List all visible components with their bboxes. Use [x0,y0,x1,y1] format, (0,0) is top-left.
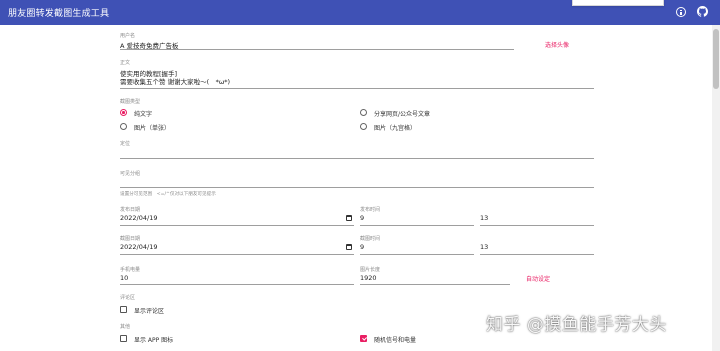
show-comments-label: 显示评论区 [134,308,165,315]
scrollbar[interactable] [712,25,720,351]
content-label: 正文 [120,60,131,66]
auto-set-button[interactable]: 自动设定 [526,274,550,283]
other-label: 其他 [120,324,131,330]
user-name-underline [120,49,514,50]
info-icon[interactable] [676,7,686,17]
comments-label: 评论区 [120,295,136,301]
shot-date-input[interactable]: 2022/04/19 [120,243,157,251]
shot-date-underline [120,254,354,255]
post-date-label: 发布日期 [120,207,141,213]
shot-time-hour-underline [360,254,474,255]
show-app-icon-checkbox[interactable] [120,335,127,342]
radio-plain-text[interactable] [120,109,127,116]
battery-label: 手机电量 [120,267,141,273]
location-underline [120,158,594,159]
location-label: 定位 [120,141,131,147]
app-title: 朋友圈转发截图生成工具 [8,9,110,19]
radio-share-article-label: 分享网页/公众号文章 [374,111,431,118]
post-date-underline [120,225,354,226]
shot-date-label: 截图日期 [120,236,141,242]
screen-height-label: 图片长度 [360,267,381,273]
show-app-icon-label: 显示 APP 图标 [134,337,174,344]
radio-plain-text-label: 纯文字 [134,111,153,118]
radio-share-article[interactable] [360,109,367,116]
watermark: 知乎 @摸鱼能手芳大头 [486,315,667,335]
radio-single-image[interactable] [120,123,127,130]
shot-date-calendar-icon[interactable] [346,244,352,250]
dropdown-popup [572,0,664,6]
choose-avatar-button[interactable]: 选择头像 [545,40,569,49]
content-underline [120,88,594,89]
scrollbar-thumb[interactable] [713,29,719,89]
visible-to-label: 可见分组 [120,171,141,177]
post-time-minute-underline [480,225,594,226]
post-time-label: 发布时间 [360,207,381,213]
post-time-hour-underline [360,225,474,226]
screen-height-underline [360,284,510,285]
shot-time-minute-underline [480,254,594,255]
post-date-calendar-icon[interactable] [346,215,352,221]
post-time-hour-input[interactable]: 9 [360,214,364,222]
share-type-label: 截图类型 [120,99,141,105]
post-date-input[interactable]: 2022/04/19 [120,214,157,222]
show-comments-checkbox[interactable] [120,306,127,313]
battery-input[interactable]: 10 [120,274,128,282]
shot-time-minute-input[interactable]: 13 [480,243,488,251]
post-time-minute-input[interactable]: 13 [480,214,488,222]
content-line-2[interactable]: 需要收集五个赞 谢谢大家啦～( *ω*) [120,76,230,86]
random-signal-checkbox[interactable] [360,335,367,342]
visible-to-hint: 设置分可见范围 <=/^仅对以下朋友可见提示 [120,192,216,197]
github-icon[interactable] [697,6,708,17]
screen-height-input[interactable]: 1920 [360,274,377,282]
radio-grid-image-label: 图片（九宫格） [374,125,417,132]
visible-to-underline [120,187,594,188]
radio-single-image-label: 图片（单张） [134,125,171,132]
random-signal-label: 随机信号和电量 [374,337,417,344]
shot-time-hour-input[interactable]: 9 [360,243,364,251]
radio-grid-image[interactable] [360,123,367,130]
battery-underline [120,284,354,285]
user-name-label: 用户名 [120,33,136,39]
shot-time-label: 截图时间 [360,236,381,242]
